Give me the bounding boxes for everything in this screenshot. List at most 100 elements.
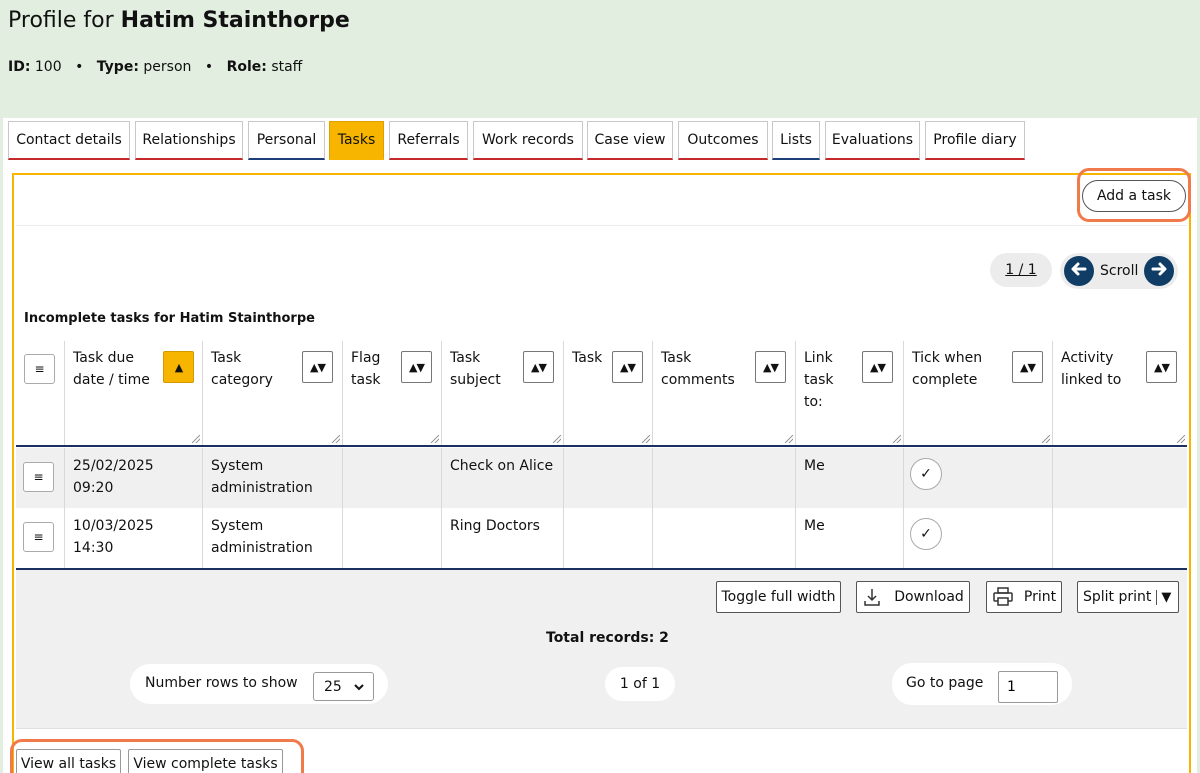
column-header-task: Task ▲▼ xyxy=(564,341,653,445)
column-menu-button[interactable]: ≡ xyxy=(24,354,55,384)
tab-tasks[interactable]: Tasks xyxy=(329,121,384,160)
cell-comments xyxy=(653,508,796,568)
resize-grip-icon[interactable] xyxy=(1177,435,1185,443)
resize-grip-icon[interactable] xyxy=(553,435,561,443)
printer-icon xyxy=(992,587,1014,607)
divider xyxy=(16,225,1187,226)
sort-icon: ▲▼ xyxy=(409,360,425,374)
print-button[interactable]: Print xyxy=(986,581,1062,613)
resize-grip-icon[interactable] xyxy=(192,435,200,443)
cell-flag xyxy=(343,448,442,508)
profile-type: person xyxy=(143,59,192,75)
sort-category-button[interactable]: ▲▼ xyxy=(302,351,333,383)
person-name: Hatim Stainthorpe xyxy=(120,8,350,33)
add-task-button[interactable]: Add a task xyxy=(1082,180,1186,212)
split-print-button[interactable]: Split print ▼ xyxy=(1077,581,1179,613)
sort-activity-button[interactable]: ▲▼ xyxy=(1146,351,1177,383)
arrow-right-icon xyxy=(1150,260,1168,282)
sort-icon: ▲▼ xyxy=(531,360,547,374)
tab-outcomes[interactable]: Outcomes xyxy=(678,121,768,160)
tab-referrals[interactable]: Referrals xyxy=(389,121,468,160)
tab-relationships[interactable]: Relationships xyxy=(135,121,243,160)
resize-grip-icon[interactable] xyxy=(431,435,439,443)
menu-icon: ≡ xyxy=(33,530,44,544)
table-body: ≡ 25/02/2025 09:20 System administration… xyxy=(16,448,1187,568)
split-print-dropdown-icon[interactable]: ▼ xyxy=(1156,589,1171,605)
tab-case-view[interactable]: Case view xyxy=(587,121,673,160)
sort-task-button[interactable]: ▲▼ xyxy=(612,351,643,383)
tab-lists[interactable]: Lists xyxy=(772,121,820,160)
resize-grip-icon[interactable] xyxy=(893,435,901,443)
cell-due: 25/02/2025 09:20 xyxy=(65,448,203,508)
page-of-indicator: 1 of 1 xyxy=(605,667,675,701)
column-header-flag: Flag task ▲▼ xyxy=(343,341,442,445)
go-to-page-control: Go to page xyxy=(892,663,1072,705)
cell-tick: ✓ xyxy=(904,508,1053,568)
column-menu-cell: ≡ xyxy=(16,341,65,445)
sort-due-button[interactable]: ▲ xyxy=(163,351,194,383)
go-to-page-label: Go to page xyxy=(906,675,984,691)
tab-evaluations[interactable]: Evaluations xyxy=(825,121,920,160)
sort-link-button[interactable]: ▲▼ xyxy=(862,351,893,383)
tab-contact-details[interactable]: Contact details xyxy=(8,121,130,160)
sort-icon: ▲▼ xyxy=(763,360,779,374)
cell-link: Me xyxy=(796,508,904,568)
sort-asc-icon: ▲ xyxy=(174,360,184,374)
resize-grip-icon[interactable] xyxy=(1042,435,1050,443)
view-all-tasks-button[interactable]: View all tasks xyxy=(16,749,121,773)
sort-subject-button[interactable]: ▲▼ xyxy=(523,351,554,383)
go-to-page-input[interactable] xyxy=(998,671,1058,703)
cell-due: 10/03/2025 14:30 xyxy=(65,508,203,568)
tab-personal[interactable]: Personal xyxy=(248,121,325,160)
checkmark-icon: ✓ xyxy=(920,526,932,542)
menu-icon: ≡ xyxy=(33,470,44,484)
column-header-link: Link task to: ▲▼ xyxy=(796,341,904,445)
cell-subject: Check on Alice xyxy=(442,448,564,508)
column-header-tick: Tick when complete ▲▼ xyxy=(904,341,1053,445)
cell-category: System administration xyxy=(203,508,343,568)
table-row: ≡ 10/03/2025 14:30 System administration… xyxy=(16,508,1187,568)
column-header-activity: Activity linked to ▲▼ xyxy=(1053,341,1187,445)
column-header-due: Task due date / time ▲ xyxy=(65,341,203,445)
page-title: Profile for Hatim Stainthorpe xyxy=(8,8,350,33)
column-header-category: Task category ▲▼ xyxy=(203,341,343,445)
cell-flag xyxy=(343,508,442,568)
resize-grip-icon[interactable] xyxy=(785,435,793,443)
row-menu-button[interactable]: ≡ xyxy=(23,522,54,552)
table-header: ≡ Task due date / time ▲ Task category ▲… xyxy=(16,341,1187,447)
chevron-down-icon xyxy=(353,678,365,696)
rows-to-show-label: Number rows to show xyxy=(145,675,298,691)
view-complete-tasks-button[interactable]: View complete tasks xyxy=(128,749,283,773)
column-header-comments: Task comments ▲▼ xyxy=(653,341,796,445)
tab-profile-diary[interactable]: Profile diary xyxy=(925,121,1025,160)
sort-flag-button[interactable]: ▲▼ xyxy=(401,351,432,383)
total-records: Total records: 2 xyxy=(546,630,669,646)
sort-icon: ▲▼ xyxy=(620,360,636,374)
sort-comments-button[interactable]: ▲▼ xyxy=(755,351,786,383)
profile-id: 100 xyxy=(34,59,62,75)
table-caption: Incomplete tasks for Hatim Stainthorpe xyxy=(24,311,315,326)
download-icon xyxy=(862,587,882,607)
scroll-right-button[interactable] xyxy=(1144,256,1174,286)
page-indicator: 1 / 1 xyxy=(990,253,1052,287)
cell-subject: Ring Doctors xyxy=(442,508,564,568)
sort-tick-button[interactable]: ▲▼ xyxy=(1012,351,1043,383)
complete-checkbox[interactable]: ✓ xyxy=(910,458,942,490)
resize-grip-icon[interactable] xyxy=(642,435,650,443)
scroll-control: Scroll xyxy=(1060,253,1178,289)
download-button[interactable]: Download xyxy=(856,581,970,613)
tab-work-records[interactable]: Work records xyxy=(473,121,583,160)
cell-activity xyxy=(1053,508,1187,568)
row-menu-button[interactable]: ≡ xyxy=(23,462,54,492)
profile-header: Profile for Hatim Stainthorpe ID: 100 • … xyxy=(0,0,1200,120)
checkmark-icon: ✓ xyxy=(920,466,932,482)
scroll-left-button[interactable] xyxy=(1064,256,1094,286)
rows-to-show-select[interactable]: 25 xyxy=(313,672,374,701)
toggle-full-width-button[interactable]: Toggle full width xyxy=(716,581,841,613)
resize-grip-icon[interactable] xyxy=(332,435,340,443)
profile-meta: ID: 100 • Type: person • Role: staff xyxy=(8,59,303,75)
complete-checkbox[interactable]: ✓ xyxy=(910,518,942,550)
cell-task xyxy=(564,508,653,568)
cell-category: System administration xyxy=(203,448,343,508)
sort-icon: ▲▼ xyxy=(310,360,326,374)
